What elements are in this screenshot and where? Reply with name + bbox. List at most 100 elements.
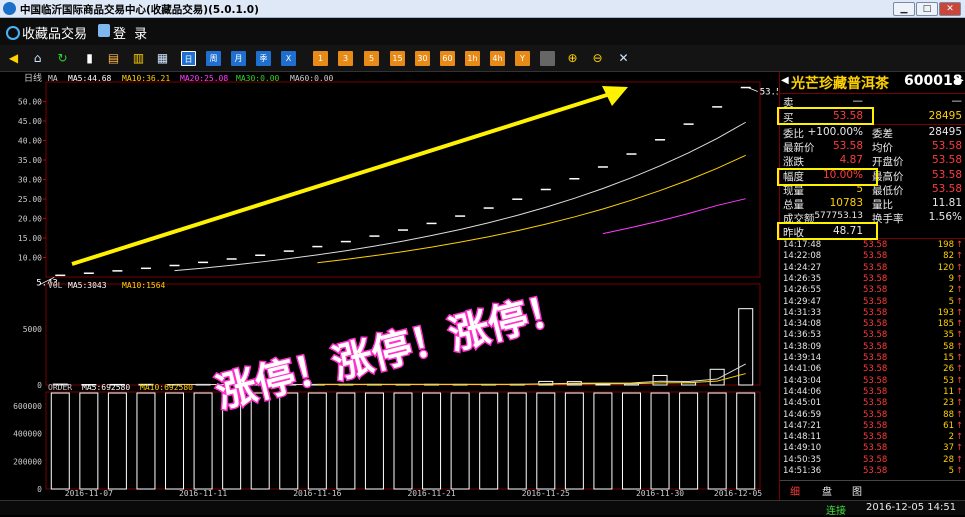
tick-up-arrow-icon: ↑ <box>956 398 963 408</box>
order-tick-label: 600000 <box>13 402 42 411</box>
minimize-button[interactable]: ▁ <box>893 2 915 16</box>
period-season-button[interactable]: 季 <box>256 51 271 66</box>
next-arrow-icon[interactable]: ▶ <box>956 75 964 86</box>
tick-row[interactable]: 14:45:0153.5823↑ <box>780 398 965 409</box>
quote-value: 53.58 <box>833 140 863 152</box>
quote-row: 涨跌4.87开盘价53.58 <box>780 154 965 168</box>
tick-volume: 88 <box>943 410 954 420</box>
tick-row[interactable]: 14:36:5353.5835↑ <box>780 330 965 341</box>
blank-button[interactable] <box>540 51 555 66</box>
tick-volume: 193 <box>938 308 954 318</box>
interval-5-button[interactable]: 5 <box>364 51 379 66</box>
interval-year-button[interactable]: Y <box>515 51 530 66</box>
side-tabs: 细 盘 图 <box>780 480 965 498</box>
zoom-in-icon[interactable]: ⊕ <box>565 51 580 66</box>
tick-row[interactable]: 14:24:2753.58120↑ <box>780 263 965 274</box>
tick-volume: 5 <box>949 466 954 476</box>
document-icon[interactable]: ▮ <box>82 51 97 66</box>
tick-row[interactable]: 14:51:3653.585↑ <box>780 466 965 477</box>
period-custom-button[interactable]: X <box>281 51 296 66</box>
ma-label: MA <box>48 74 58 83</box>
tick-row[interactable]: 14:26:3553.589↑ <box>780 274 965 285</box>
tick-volume: 11 <box>943 387 954 397</box>
tick-row[interactable]: 14:46:5953.5888↑ <box>780 410 965 421</box>
tick-row[interactable]: 14:43:0453.5853↑ <box>780 376 965 387</box>
highlight-box-range <box>777 168 878 186</box>
tick-row[interactable]: 14:50:3553.5828↑ <box>780 455 965 466</box>
tick-row[interactable]: 14:38:0953.5858↑ <box>780 342 965 353</box>
quote-label: 总量 <box>783 197 804 212</box>
period-week-button[interactable]: 周 <box>206 51 221 66</box>
quote-row: 最新价53.58均价53.58 <box>780 140 965 154</box>
tick-volume: 58 <box>943 342 954 352</box>
tick-row[interactable]: 14:47:2153.5861↑ <box>780 421 965 432</box>
tick-price: 53.58 <box>863 263 887 273</box>
interval-1-button[interactable]: 1 <box>313 51 328 66</box>
tick-row[interactable]: 14:39:1453.5815↑ <box>780 353 965 364</box>
tick-time: 14:31:33 <box>783 308 821 318</box>
vol-ma5-label: MA5:3043 <box>68 281 107 290</box>
quote-row: 总量10783量比11.81 <box>780 197 965 211</box>
order-bar <box>51 393 69 489</box>
tools-icon[interactable]: ✕ <box>616 51 631 66</box>
calendar-icon[interactable]: ▦ <box>155 51 170 66</box>
y-tick-label: 50.00 <box>18 98 42 107</box>
tick-price: 53.58 <box>863 364 887 374</box>
tab-book[interactable]: 盘 <box>822 483 832 498</box>
quote-label-2: 委差 <box>872 126 893 141</box>
tick-time: 14:50:35 <box>783 455 821 465</box>
tick-up-arrow-icon: ↑ <box>956 432 963 442</box>
y-tick-label: 35.00 <box>18 156 42 165</box>
interval-4h-button[interactable]: 4h <box>490 51 505 66</box>
interval-30-button[interactable]: 30 <box>415 51 430 66</box>
ma20-label: MA20:25.08 <box>180 74 228 83</box>
y-tick-label: 30.00 <box>18 176 42 185</box>
tick-price: 53.58 <box>863 330 887 340</box>
tick-row[interactable]: 14:34:0853.58185↑ <box>780 319 965 330</box>
order-pane-frame <box>46 392 760 489</box>
period-day-button[interactable]: 日 <box>181 51 196 66</box>
tick-row[interactable]: 14:49:1053.5837↑ <box>780 443 965 454</box>
tick-volume: 53 <box>943 376 954 386</box>
tick-time: 14:44:06 <box>783 387 821 397</box>
tick-volume: 185 <box>938 319 954 329</box>
sell-price: — <box>853 95 864 107</box>
tick-time: 14:22:08 <box>783 251 821 261</box>
tick-row[interactable]: 14:48:1153.582↑ <box>780 432 965 443</box>
prev-arrow-icon[interactable]: ◀ <box>781 75 789 86</box>
maximize-button[interactable]: □ <box>916 2 938 16</box>
tick-up-arrow-icon: ↑ <box>956 319 963 329</box>
tick-row[interactable]: 14:29:4753.585↑ <box>780 297 965 308</box>
title-bar: 中国临沂国际商品交易中心(收藏品交易)(5.0.1.0) ▁ □ ✕ <box>0 0 965 18</box>
zoom-out-icon[interactable]: ⊖ <box>590 51 605 66</box>
order-bar <box>166 393 184 489</box>
tick-row[interactable]: 14:41:0653.5826↑ <box>780 364 965 375</box>
login-button[interactable]: 登 录 <box>113 23 149 42</box>
refresh-icon[interactable]: ↻ <box>55 51 70 66</box>
date-label: 2016-11-07 <box>65 489 113 498</box>
home-icon[interactable]: ⌂ <box>30 51 45 66</box>
order-bar <box>280 393 298 489</box>
tick-row[interactable]: 14:44:0653.5811↑ <box>780 387 965 398</box>
tick-price: 53.58 <box>863 455 887 465</box>
bar-chart-icon[interactable]: ▥ <box>131 51 146 66</box>
kline-chart-svg[interactable]: 50.0045.0040.0035.0030.0025.0020.0015.00… <box>0 72 778 500</box>
tick-row[interactable]: 14:17:4853.58198↑ <box>780 240 965 251</box>
tab-detail[interactable]: 细 <box>790 483 800 498</box>
close-button[interactable]: ✕ <box>939 2 961 16</box>
back-icon[interactable]: ◀ <box>6 51 21 66</box>
tick-row[interactable]: 14:31:3353.58193↑ <box>780 308 965 319</box>
vol-ma10-label: MA10:1564 <box>122 281 166 290</box>
period-month-button[interactable]: 月 <box>231 51 246 66</box>
interval-15-button[interactable]: 15 <box>390 51 405 66</box>
tick-row[interactable]: 14:22:0853.5882↑ <box>780 251 965 262</box>
tick-row[interactable]: 14:26:5553.582↑ <box>780 285 965 296</box>
interval-60-button[interactable]: 60 <box>440 51 455 66</box>
menu-bar: 收藏品交易 登 录 <box>0 18 965 45</box>
tab-chart[interactable]: 图 <box>852 483 862 498</box>
interval-1h-button[interactable]: 1h <box>465 51 480 66</box>
ma10-label: MA10:36.21 <box>122 74 170 83</box>
interval-3-button[interactable]: 3 <box>338 51 353 66</box>
kline-chart-area[interactable]: 50.0045.0040.0035.0030.0025.0020.0015.00… <box>0 72 778 500</box>
report-icon[interactable]: ▤ <box>106 51 121 66</box>
